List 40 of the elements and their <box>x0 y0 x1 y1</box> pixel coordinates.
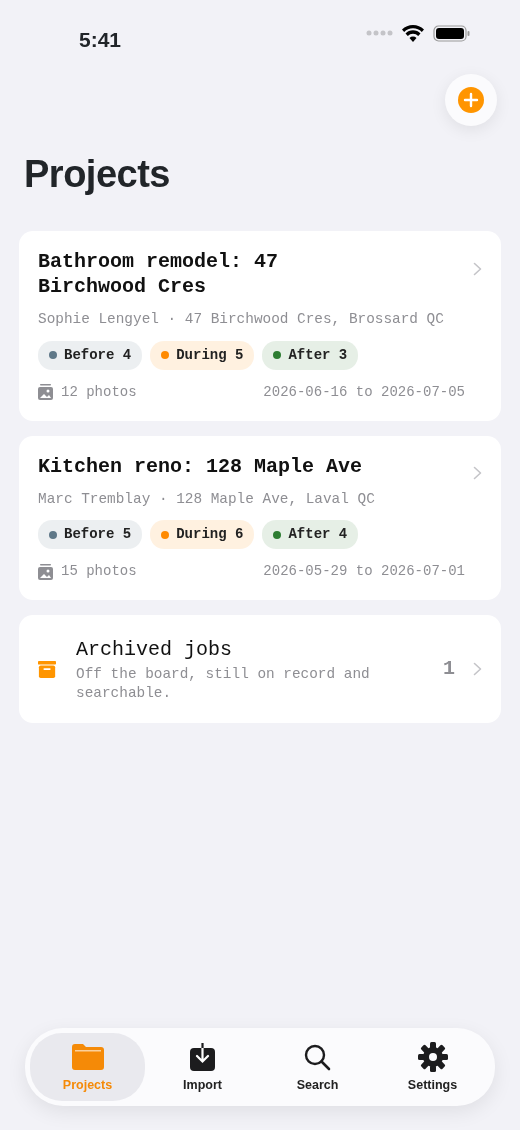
folder-icon <box>71 1044 104 1071</box>
tab-item[interactable]: Search <box>260 1033 375 1101</box>
tab-item[interactable]: Settings <box>375 1033 490 1101</box>
project-title: Bathroom remodel: 47 Birchwood Cres <box>38 249 280 299</box>
tag-label: During 6 <box>176 525 244 545</box>
add-button[interactable] <box>445 74 497 126</box>
tag-label: During 5 <box>176 345 244 365</box>
photo-count: 15 photos <box>61 562 137 582</box>
wifi-icon <box>401 24 425 42</box>
archive-card[interactable]: Archived jobs Off the board, still on record and searchable. 1 <box>19 615 501 724</box>
photos-icon <box>38 563 53 580</box>
archive-title: Archived jobs <box>76 637 234 664</box>
project-card[interactable]: Kitchen reno: 128 Maple Ave Marc Tremblay · 128 Maple Ave, Laval QC Before 5 During 6 After 4 15 photos 2026-05-29 to 2026-07-01 <box>19 435 501 601</box>
tag-label: After 3 <box>288 345 348 365</box>
page-title: Projects <box>24 152 171 197</box>
archive-box-icon <box>38 659 57 679</box>
date-range: 2026-06-16 to 2026-07-05 <box>263 382 465 402</box>
download-icon <box>190 1043 215 1072</box>
tag-label: Before 4 <box>64 345 132 365</box>
status-time: 5:41 <box>79 27 122 53</box>
chevron-icon <box>473 261 482 276</box>
tag-label: After 4 <box>288 525 348 545</box>
project-client: Marc Tremblay · 128 Maple Ave, Laval QC <box>38 489 376 509</box>
settings-icon <box>417 1042 448 1073</box>
archive-count: 1 <box>443 656 455 683</box>
photo-count: 12 photos <box>61 382 137 402</box>
photos-icon <box>38 384 53 401</box>
plus-icon <box>458 87 484 113</box>
project-client: Sophie Lengyel · 47 Birchwood Cres, Brossard QC <box>38 310 445 329</box>
tab-item[interactable]: Import <box>145 1033 260 1101</box>
battery-icon <box>433 24 470 42</box>
signal-icon <box>366 30 393 36</box>
search-icon <box>304 1043 331 1071</box>
chevron-icon <box>473 466 482 481</box>
tag-label: Before 5 <box>64 525 132 545</box>
project-title: Kitchen reno: 128 Maple Ave <box>38 453 364 479</box>
chevron-icon <box>473 662 482 676</box>
date-range: 2026-05-29 to 2026-07-01 <box>263 562 465 582</box>
project-card[interactable]: Bathroom remodel: 47 Birchwood Cres Sophie Lengyel · 47 Birchwood Cres, Brossard QC Before 4 During 5 After 3 12 photos 2026-06-16 to 2026-07-05 <box>19 231 501 421</box>
archive-description: Off the board, still on record and searchable. <box>76 665 371 704</box>
